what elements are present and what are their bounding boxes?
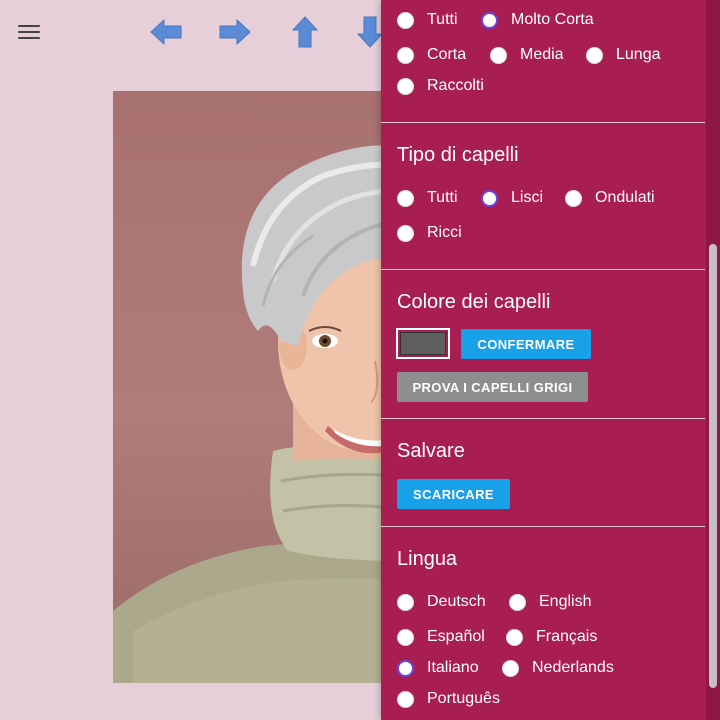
radio-label: Media — [520, 46, 564, 63]
radio-label: Corta — [427, 46, 467, 63]
section-divider — [381, 418, 705, 419]
radio-length-updo[interactable]: Raccolti — [397, 77, 484, 95]
radio-label: Molto Corta — [511, 11, 594, 28]
confirm-button[interactable]: CONFERMARE — [461, 329, 591, 359]
radio-label: Ricci — [427, 224, 462, 241]
radio-length-short[interactable]: Corta — [397, 46, 466, 64]
section-divider — [381, 122, 705, 123]
radio-lang-italiano[interactable]: Italiano — [397, 659, 479, 677]
arrow-up-icon[interactable] — [287, 14, 323, 50]
radio-button — [565, 189, 582, 207]
radio-button — [509, 593, 526, 611]
radio-button-checked — [397, 659, 414, 677]
radio-label: Italiano — [427, 659, 479, 676]
radio-label: Deutsch — [427, 593, 486, 610]
radio-length-very-short[interactable]: Molto Corta — [481, 11, 594, 29]
language-title: Lingua — [397, 548, 458, 570]
radio-label: Raccolti — [427, 77, 484, 94]
radio-label: Tutti — [427, 11, 458, 28]
radio-button — [502, 659, 519, 677]
radio-lang-espanol[interactable]: Español — [397, 628, 485, 646]
radio-button — [397, 77, 414, 95]
radio-button-checked — [481, 11, 498, 29]
hair-color-swatch[interactable] — [396, 328, 450, 359]
radio-lang-english[interactable]: English — [509, 593, 591, 611]
radio-length-long[interactable]: Lunga — [586, 46, 661, 64]
settings-panel: Tutti Molto Corta Corta Media Lunga Racc… — [381, 0, 720, 720]
radio-label: English — [539, 593, 592, 610]
section-divider — [381, 269, 705, 270]
radio-type-curly[interactable]: Ricci — [397, 224, 462, 242]
radio-label: Tutti — [427, 189, 458, 206]
hair-type-title: Tipo di capelli — [397, 144, 519, 166]
radio-label: Français — [536, 628, 598, 645]
hairstyle-preview-photo — [113, 91, 403, 683]
radio-type-wavy[interactable]: Ondulati — [565, 189, 655, 207]
radio-label: Nederlands — [532, 659, 614, 676]
radio-button — [397, 189, 414, 207]
download-button[interactable]: SCARICARE — [397, 479, 510, 509]
scrollbar-thumb[interactable] — [709, 244, 717, 688]
radio-label: Español — [427, 628, 485, 645]
radio-button — [490, 46, 507, 64]
hamburger-menu-icon[interactable] — [18, 25, 40, 41]
radio-label: Ondulati — [595, 189, 655, 206]
radio-lang-nederlands[interactable]: Nederlands — [502, 659, 614, 677]
radio-button — [397, 46, 414, 64]
radio-label: Lisci — [511, 189, 544, 206]
radio-length-medium[interactable]: Media — [490, 46, 564, 64]
try-grey-hair-button[interactable]: PROVA I CAPELLI GRIGI — [397, 372, 588, 402]
radio-lang-deutsch[interactable]: Deutsch — [397, 593, 486, 611]
radio-button — [397, 593, 414, 611]
save-title: Salvare — [397, 440, 465, 462]
radio-lang-francais[interactable]: Français — [506, 628, 597, 646]
radio-button — [397, 224, 414, 242]
radio-button — [397, 690, 414, 708]
hair-color-title: Colore dei capelli — [397, 291, 551, 313]
radio-label: Português — [427, 690, 500, 707]
arrow-left-icon[interactable] — [148, 14, 184, 50]
radio-button — [397, 628, 414, 646]
radio-type-straight[interactable]: Lisci — [481, 189, 543, 207]
radio-button — [586, 46, 603, 64]
radio-label: Lunga — [616, 46, 661, 63]
radio-type-all[interactable]: Tutti — [397, 189, 458, 207]
radio-button — [397, 11, 414, 29]
section-divider — [381, 526, 705, 527]
radio-lang-portugues[interactable]: Português — [397, 690, 500, 708]
radio-length-all[interactable]: Tutti — [397, 11, 458, 29]
radio-button — [506, 628, 523, 646]
radio-button-checked — [481, 189, 498, 207]
arrow-right-icon[interactable] — [217, 14, 253, 50]
